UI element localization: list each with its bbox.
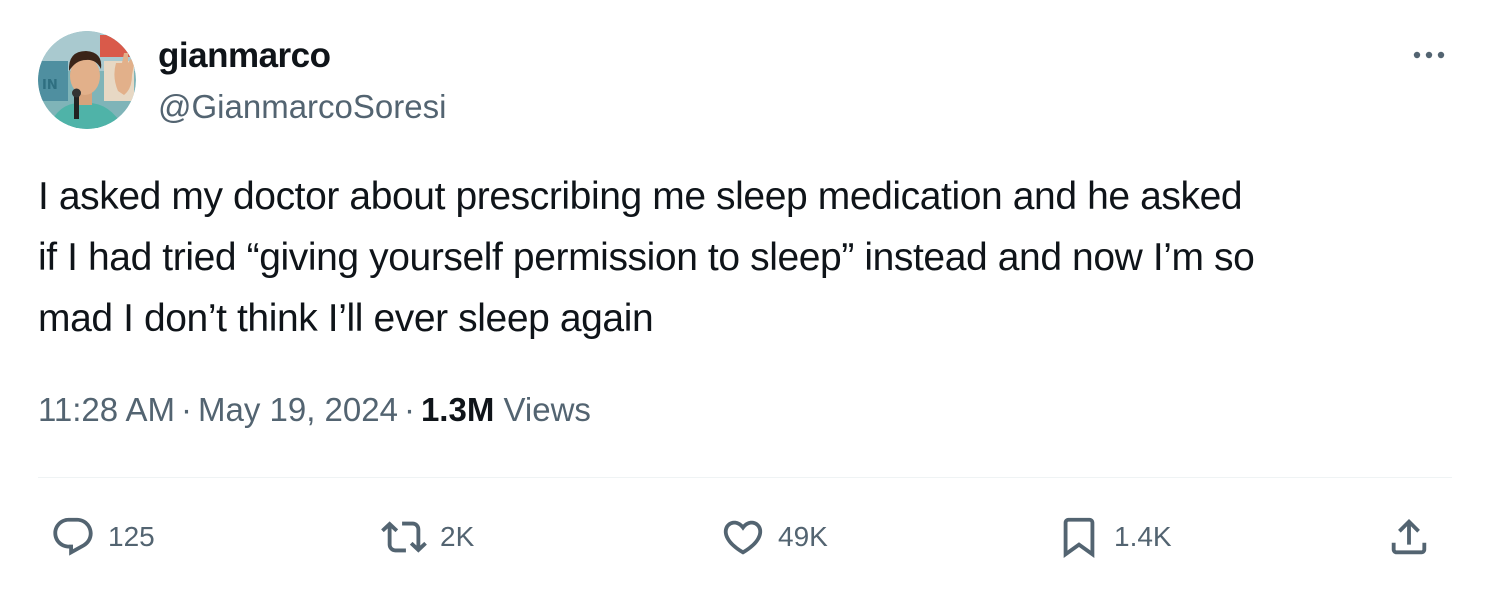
like-count: 49K: [778, 521, 828, 552]
retweet-button[interactable]: 2K: [380, 509, 474, 565]
author-handle[interactable]: @GianmarcoSoresi: [158, 87, 446, 127]
tweet-card: IN gianmarco @GianmarcoSoresi I asked my…: [0, 0, 1488, 590]
divider: [38, 477, 1452, 478]
tweet-date: May 19, 2024: [197, 391, 398, 428]
more-dots-icon: [1413, 51, 1445, 59]
reply-icon: [53, 517, 93, 556]
bookmark-count: 1.4K: [1114, 521, 1172, 552]
views-label: Views: [503, 391, 591, 428]
views-link[interactable]: 1.3M Views: [421, 391, 591, 428]
share-icon: [1391, 518, 1427, 555]
tweet-meta: 11:28 AM · May 19, 2024 · 1.3M Views: [38, 390, 591, 430]
heart-icon: [723, 520, 763, 555]
svg-text:IN: IN: [42, 78, 58, 93]
tweet-text: I asked my doctor about prescribing me s…: [38, 166, 1458, 349]
reply-button[interactable]: 125: [50, 509, 155, 565]
reply-count: 125: [108, 521, 155, 552]
avatar[interactable]: IN: [38, 31, 136, 129]
tweet-text-line: I asked my doctor about prescribing me s…: [38, 175, 1243, 218]
bookmark-icon: [1063, 517, 1095, 558]
tweet-time: 11:28 AM: [38, 391, 175, 428]
author-display-name[interactable]: gianmarco: [158, 36, 331, 76]
meta-separator: ·: [180, 391, 192, 428]
tweet-text-line: if I had tried “giving yourself permissi…: [38, 236, 1255, 279]
retweet-count: 2K: [440, 521, 475, 552]
profile-photo-icon: IN: [38, 31, 136, 129]
like-button[interactable]: 49K: [720, 509, 828, 565]
bookmark-button[interactable]: 1.4K: [1056, 509, 1172, 565]
views-count: 1.3M: [420, 391, 495, 428]
retweet-icon: [381, 521, 427, 553]
meta-separator: ·: [403, 391, 415, 428]
tweet-time-link[interactable]: 11:28 AM · May 19, 2024: [38, 391, 398, 428]
share-button[interactable]: [1386, 509, 1432, 565]
tweet-text-line: mad I don’t think I’ll ever sleep again: [38, 297, 654, 340]
more-options-button[interactable]: [1404, 40, 1454, 70]
